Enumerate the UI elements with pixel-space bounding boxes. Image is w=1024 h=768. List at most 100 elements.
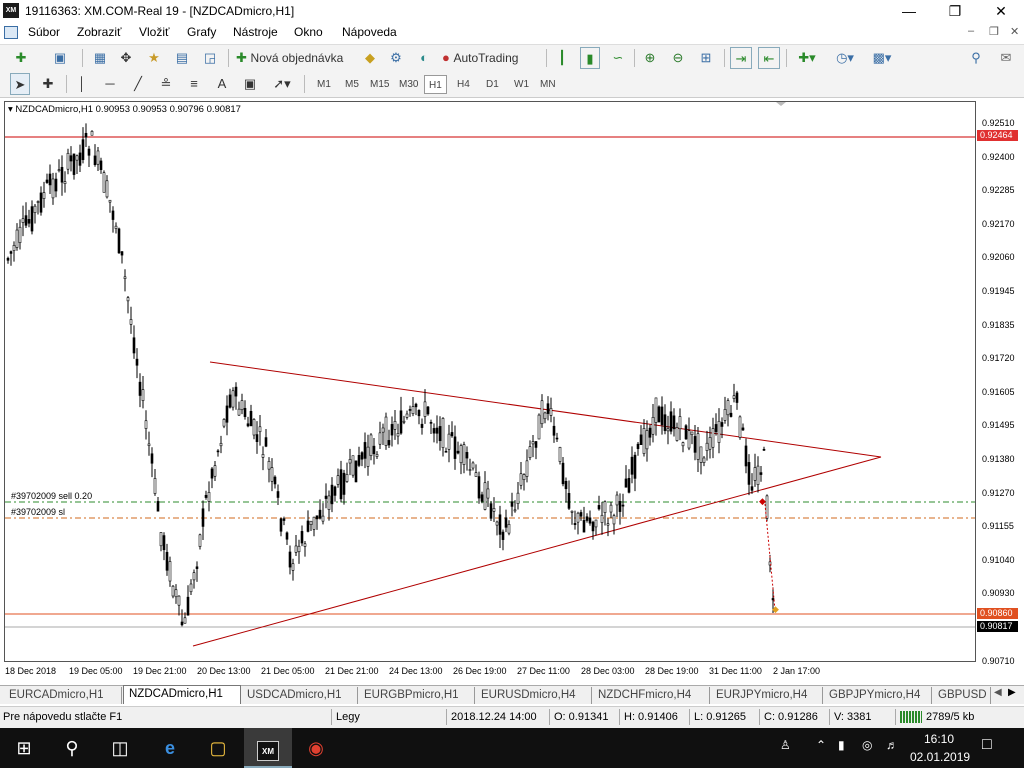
candle-body xyxy=(690,431,694,435)
search-icon[interactable]: ⚲ xyxy=(966,47,986,69)
text-icon[interactable]: A xyxy=(212,73,232,95)
menu-window[interactable]: Okno xyxy=(294,25,323,39)
search-taskbar-icon[interactable]: ⚲ xyxy=(48,728,96,768)
candle-body xyxy=(714,424,718,433)
market-icon[interactable]: ◐ xyxy=(414,47,434,69)
equidistant-channel-icon[interactable]: ≗ xyxy=(156,73,176,95)
close-button[interactable]: ✕ xyxy=(978,0,1024,22)
menu-view[interactable]: Zobraziť xyxy=(77,25,122,39)
notifications-icon[interactable]: □ xyxy=(982,736,992,754)
tab-eurusdmicro-h4[interactable]: EURUSDmicro,H4 xyxy=(476,687,592,704)
candle-body xyxy=(600,514,604,523)
tab-eurjpymicro-h4[interactable]: EURJPYmicro,H4 xyxy=(711,687,823,704)
candle-body xyxy=(102,172,106,193)
arrows-icon[interactable]: ➚▾ xyxy=(268,73,296,95)
task-view-icon[interactable]: ◫ xyxy=(96,728,144,768)
timeframe-h1[interactable]: H1 xyxy=(424,75,447,94)
timeframe-d1[interactable]: D1 xyxy=(482,75,503,94)
windows-start-icon[interactable]: ⊞ xyxy=(0,728,48,768)
menu-help[interactable]: Nápoveda xyxy=(342,25,397,39)
timeframe-h4[interactable]: H4 xyxy=(453,75,474,94)
tester-icon[interactable]: ◲ xyxy=(200,47,220,69)
tabs-scroll-right-icon[interactable]: ▶ xyxy=(1008,687,1016,698)
tab-gbpusd[interactable]: GBPUSD xyxy=(933,687,991,704)
timeframe-m30[interactable]: M30 xyxy=(395,75,422,94)
cursor-icon[interactable]: ➤ xyxy=(10,73,30,95)
tab-gbpjpymicro-h4[interactable]: GBPJPYmicro,H4 xyxy=(824,687,932,704)
xm-taskbar-icon[interactable]: XM xyxy=(244,728,292,768)
maximize-button[interactable]: ❐ xyxy=(932,0,978,22)
people-icon[interactable]: ♙ xyxy=(780,738,791,752)
battery-icon[interactable]: ▮ xyxy=(838,738,845,752)
market-watch-icon[interactable]: ▦ xyxy=(90,47,110,69)
fibonacci-icon[interactable]: ≡ xyxy=(184,73,204,95)
timeframe-mn[interactable]: MN xyxy=(536,75,560,94)
candle-body xyxy=(414,403,418,408)
text-label-icon[interactable]: ▣ xyxy=(240,73,260,95)
data-window-icon[interactable]: ✥ xyxy=(116,47,136,69)
timeframe-m15[interactable]: M15 xyxy=(366,75,393,94)
candle-body xyxy=(534,441,538,448)
minimize-button[interactable]: — xyxy=(886,0,932,22)
chrome-icon[interactable]: ◉ xyxy=(292,728,340,768)
candle-body xyxy=(555,437,559,440)
clock-date[interactable]: 02.01.2019 xyxy=(910,750,970,764)
profiles-icon[interactable]: ▣ xyxy=(46,47,74,69)
vertical-line-icon[interactable]: │ xyxy=(72,73,92,95)
tab-nzdcadmicro-h1[interactable]: NZDCADmicro,H1 xyxy=(123,685,241,704)
candle-body xyxy=(501,531,505,540)
autoscroll-icon[interactable]: ⇥ xyxy=(730,47,752,69)
terminal-icon[interactable]: ▤ xyxy=(172,47,192,69)
new-chart-icon[interactable]: ✚ xyxy=(8,47,34,69)
menu-insert[interactable]: Vložiť xyxy=(139,25,170,39)
chart-window-icon[interactable] xyxy=(4,26,18,39)
chart-shift-marker-icon[interactable] xyxy=(776,102,786,106)
tab-usdcadmicro-h1[interactable]: USDCADmicro,H1 xyxy=(242,687,358,704)
chat-icon[interactable]: ✉ xyxy=(994,47,1018,69)
mdi-restore-icon[interactable]: ❐ xyxy=(989,25,999,38)
chart-canvas[interactable]: ◆ ◆ xyxy=(4,101,976,662)
mdi-close-icon[interactable]: ✕ xyxy=(1010,25,1019,38)
indicators-icon[interactable]: ✚▾ xyxy=(792,47,822,69)
tile-windows-icon[interactable]: ⊞ xyxy=(696,47,716,69)
menu-file[interactable]: Súbor xyxy=(28,25,60,39)
crosshair-icon[interactable]: ✚ xyxy=(38,73,58,95)
zoom-out-icon[interactable]: ⊖ xyxy=(668,47,688,69)
new-order-button[interactable]: ✚ Nová objednávka xyxy=(236,47,358,69)
bar-chart-icon[interactable]: ┃ xyxy=(552,47,572,69)
candle-body xyxy=(462,444,466,465)
trendline-icon[interactable]: ╱ xyxy=(128,73,148,95)
timeframe-m1[interactable]: M1 xyxy=(313,75,335,94)
triangle-upper-line[interactable] xyxy=(209,361,882,458)
chart-shift-icon[interactable]: ⇤ xyxy=(758,47,780,69)
candlestick-chart-icon[interactable]: ▮ xyxy=(580,47,600,69)
edge-icon[interactable]: e xyxy=(146,728,194,768)
tab-nzdchfmicro-h4[interactable]: NZDCHFmicro,H4 xyxy=(593,687,710,704)
tab-eurcadmicro-h1[interactable]: EURCADmicro,H1 xyxy=(4,687,122,704)
status-traffic[interactable]: 2789/5 kb xyxy=(926,711,974,723)
show-hidden-icons-icon[interactable]: ⌃ xyxy=(816,738,826,752)
timeframe-m5[interactable]: M5 xyxy=(341,75,363,94)
network-icon[interactable]: ◎ xyxy=(862,738,872,752)
navigator-icon[interactable]: ★ xyxy=(144,47,164,69)
file-explorer-icon[interactable]: ▢ xyxy=(194,728,242,768)
menu-charts[interactable]: Grafy xyxy=(187,25,216,39)
line-chart-icon[interactable]: ∽ xyxy=(608,47,628,69)
mdi-minimize-icon[interactable]: – xyxy=(968,25,974,37)
candle-body xyxy=(705,442,709,451)
tab-eurgbpmicro-h1[interactable]: EURGBPmicro,H1 xyxy=(359,687,475,704)
volume-icon[interactable]: ♬ xyxy=(886,738,898,752)
periods-icon[interactable]: ◷▾ xyxy=(830,47,860,69)
clock-time[interactable]: 16:10 xyxy=(924,732,954,746)
zoom-in-icon[interactable]: ⊕ xyxy=(640,47,660,69)
candle-body xyxy=(528,446,532,458)
menu-tools[interactable]: Nástroje xyxy=(233,25,278,39)
metaeditor-icon[interactable]: ◆ xyxy=(360,47,380,69)
autotrading-button[interactable]: ● AutoTrading xyxy=(442,47,538,69)
timeframe-w1[interactable]: W1 xyxy=(510,75,533,94)
tabs-scroll-left-icon[interactable]: ◀ xyxy=(994,687,1002,698)
horizontal-line-icon[interactable]: ─ xyxy=(100,73,120,95)
templates-icon[interactable]: ▩▾ xyxy=(866,47,898,69)
status-profile[interactable]: Legy xyxy=(336,711,360,723)
signals-icon[interactable]: ⚙ xyxy=(386,47,406,69)
